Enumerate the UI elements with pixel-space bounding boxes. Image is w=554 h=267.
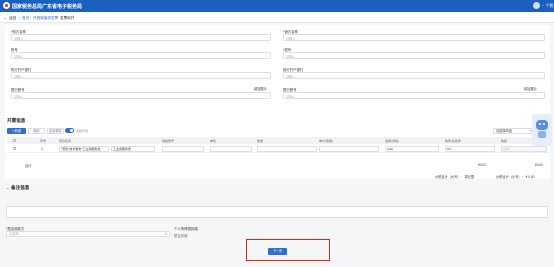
amount-cell[interactable] bbox=[319, 146, 379, 152]
column-header: 单价(含税) bbox=[319, 139, 333, 143]
party-info-panel: *购方名称 请输入 *销方名称 请输入 税号 请输入 *税号 请输入 购方开户银… bbox=[5, 25, 550, 117]
back-arrow-icon[interactable]: ← bbox=[3, 15, 8, 21]
buyer-show-more-button[interactable]: 增加展示 bbox=[254, 86, 267, 91]
collapse-chevron-icon[interactable]: ⌄ bbox=[6, 185, 9, 190]
breadcrumb-separator: | bbox=[19, 16, 20, 20]
seller-tax-id-input[interactable]: 请输入 bbox=[283, 52, 545, 59]
select-all-checkbox[interactable] bbox=[13, 139, 16, 142]
column-header: 项目名称 bbox=[59, 139, 72, 143]
price-cell[interactable] bbox=[257, 146, 317, 152]
unit-cell[interactable] bbox=[162, 146, 204, 152]
app-title: 国家税务总局广东省电子税务局 bbox=[12, 4, 83, 10]
seller-bank-input[interactable]: 请输入 bbox=[283, 72, 545, 79]
tax-rate-select[interactable]: 6% bbox=[445, 146, 495, 152]
delete-line-button[interactable]: 删除 bbox=[28, 128, 45, 134]
buyer-name-input[interactable]: 请输入 bbox=[11, 34, 271, 41]
buyer-bank-input[interactable]: 请输入 bbox=[11, 72, 271, 79]
total-label: 合计 bbox=[25, 164, 32, 168]
invoice-info-title: 开票信息 bbox=[7, 118, 26, 123]
tax-included-label: 含税开票 bbox=[76, 129, 89, 133]
breadcrumb-separator: / bbox=[30, 16, 31, 20]
breadcrumb-home[interactable]: 首页 bbox=[22, 16, 29, 21]
payee-select[interactable]: 请选择 bbox=[6, 231, 170, 237]
remarks-textarea[interactable] bbox=[6, 206, 548, 218]
invoice-info-panel: 开票信息 + 新增 删除 批量删除 含税开票 请选择商品 序号 项目名称 规格型… bbox=[5, 117, 550, 179]
seller-show-more-button[interactable]: 增加展示 bbox=[524, 86, 537, 91]
tax-amount-cell: 0.00 bbox=[501, 146, 547, 152]
assistant-robot-icon[interactable] bbox=[532, 114, 552, 146]
personal-tax-value[interactable]: 是否扣缴 bbox=[174, 233, 188, 238]
row-index: 1 bbox=[41, 147, 43, 151]
robot-body-icon bbox=[538, 131, 546, 138]
total-in-words: 价税合计（大写）： 零元整 bbox=[435, 175, 475, 179]
breadcrumb-separator: / bbox=[57, 16, 58, 20]
amount-input[interactable]: 0.00 bbox=[385, 146, 439, 152]
column-header: 序号 bbox=[40, 139, 47, 143]
next-button-highlight bbox=[246, 239, 330, 261]
spec-input[interactable]: 工业用服务费 bbox=[111, 146, 155, 152]
column-header: 单位 bbox=[210, 139, 217, 143]
tax-included-toggle[interactable] bbox=[65, 128, 74, 133]
row-checkbox[interactable] bbox=[13, 147, 16, 150]
breadcrumb: ← 返回 | 首页 / 开具增值税发票 / 发票填开 bbox=[0, 12, 554, 23]
tax-bureau-logo-icon bbox=[3, 2, 10, 9]
breadcrumb-current: 发票填开 bbox=[60, 16, 75, 20]
product-select[interactable]: 请选择商品 bbox=[493, 128, 535, 134]
total-in-figures: 价税合计（小写）： ¥ 0.00 bbox=[496, 175, 535, 179]
personal-tax-label: 个人所得税扣缴 bbox=[174, 227, 198, 231]
seller-name-input[interactable]: 请输入 bbox=[283, 34, 545, 41]
top-header-bar: 国家税务总局广东省电子税务局 ~ 个税 bbox=[0, 0, 554, 12]
breadcrumb-issue-invoice[interactable]: 开具增值税发票 bbox=[33, 16, 58, 21]
column-header: 金额(含税) bbox=[385, 139, 399, 143]
buyer-tax-id-input[interactable]: 请输入 bbox=[11, 52, 271, 59]
seller-account-input[interactable]: 请输入 bbox=[283, 92, 545, 99]
next-step-button[interactable]: 下一步 bbox=[268, 248, 287, 255]
column-header: 税额 bbox=[501, 139, 508, 143]
buyer-account-input[interactable]: 请输入 bbox=[11, 92, 271, 99]
column-header: 规格型号 bbox=[162, 139, 175, 143]
batch-delete-button[interactable]: 批量删除 bbox=[47, 128, 64, 134]
remarks-title: 备注信息 bbox=[11, 185, 30, 190]
back-link[interactable]: 返回 bbox=[9, 16, 16, 21]
table-row: 1 *劳务*技术服务*工业用服务费 工业用服务费 0.00 6% 0.00 bbox=[7, 145, 549, 153]
robot-head-icon bbox=[536, 120, 548, 130]
column-header: 税率/征收率 bbox=[445, 139, 461, 143]
user-avatar-icon[interactable] bbox=[533, 2, 540, 9]
add-line-button[interactable]: + 新增 bbox=[7, 128, 26, 134]
total-amount: ¥0.00 bbox=[478, 163, 486, 167]
table-header: 序号 项目名称 规格型号 单位 数量 单价(含税) 金额(含税) 税率/征收率 … bbox=[7, 137, 549, 144]
qty-cell[interactable] bbox=[210, 146, 252, 152]
user-name[interactable]: ~ 个税 bbox=[542, 3, 553, 9]
column-header: 数量 bbox=[257, 139, 264, 143]
item-name-input[interactable]: *劳务*技术服务*工业用服务费 bbox=[59, 146, 109, 152]
total-tax: ¥0.00 bbox=[535, 163, 543, 167]
